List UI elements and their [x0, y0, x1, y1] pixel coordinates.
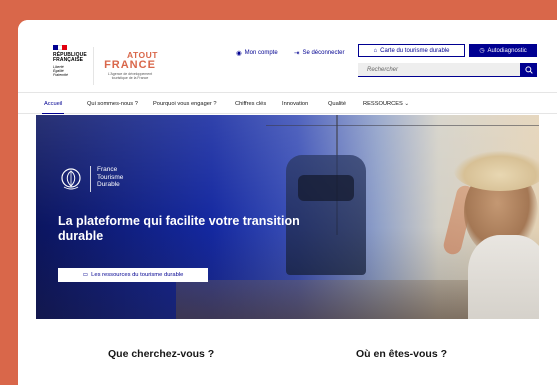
- nav-item-chiffres-cles[interactable]: Chiffres clés: [235, 93, 266, 114]
- resources-button-label: Les ressources du tourisme durable: [91, 272, 184, 278]
- sustainable-map-label: Carte du tourisme durable: [380, 47, 450, 54]
- search-input[interactable]: Rechercher: [358, 63, 520, 77]
- logout-icon: ⇥: [294, 50, 300, 57]
- republique-line2: FRANÇAISE: [53, 57, 84, 63]
- logout-link[interactable]: ⇥ Se déconnecter: [294, 49, 344, 57]
- atout-france-logo[interactable]: ATOUT FRANCE L'Agence de développement t…: [100, 51, 160, 81]
- france-tourisme-durable-logo: France Tourisme Durable: [58, 166, 123, 192]
- section-title-que-cherchez-vous: Que cherchez-vous ?: [108, 348, 215, 360]
- user-icon: ◉: [236, 50, 242, 57]
- motto-fraternite: Fraternité: [53, 73, 68, 77]
- autodiagnostic-label: Autodiagnostic: [487, 47, 527, 54]
- search-icon: [524, 66, 533, 74]
- person-shirt: [468, 235, 539, 319]
- nav-item-qualite[interactable]: Qualité: [328, 93, 346, 114]
- ftd-line-france: France: [97, 166, 118, 173]
- logout-link-label: Se déconnecter: [302, 50, 345, 56]
- hero-title: La plateforme qui facilite votre transit…: [58, 214, 300, 243]
- republique-motto: Liberté Égalité Fraternité: [53, 65, 91, 77]
- republique-francaise-logo[interactable]: RÉPUBLIQUE FRANÇAISE Liberté Égalité Fra…: [53, 45, 91, 85]
- atout-logo-subtitle: L'Agence de développement touristique de…: [107, 72, 153, 80]
- nav-item-accueil[interactable]: Accueil: [41, 93, 65, 114]
- sustainable-map-button[interactable]: ⌂ Carte du tourisme durable: [358, 44, 465, 57]
- account-link-label: Mon compte: [244, 50, 278, 56]
- search-placeholder: Rechercher: [367, 66, 399, 73]
- site-header: RÉPUBLIQUE FRANÇAISE Liberté Égalité Fra…: [18, 20, 557, 92]
- logo-divider: [93, 47, 94, 85]
- ftd-logo-divider: [90, 166, 91, 192]
- train-windshield: [298, 175, 354, 201]
- catenary-wire: [266, 125, 539, 126]
- nav-item-ressources[interactable]: RESSOURCES ⌄: [363, 93, 409, 114]
- map-icon: ⌂: [373, 47, 378, 54]
- browser-page: RÉPUBLIQUE FRANÇAISE Liberté Égalité Fra…: [18, 20, 557, 385]
- autodiagnostic-button[interactable]: ◷ Autodiagnostic: [469, 44, 537, 57]
- nav-item-innovation[interactable]: Innovation: [282, 93, 308, 114]
- nav-item-pourquoi-engager[interactable]: Pourquoi vous engager ?: [153, 93, 217, 114]
- ftd-line-tourisme: Tourisme: [97, 173, 124, 181]
- book-icon: ▭: [82, 272, 89, 278]
- french-flag-icon: [53, 45, 68, 50]
- gauge-icon: ◷: [479, 48, 485, 54]
- atout-logo-main: FRANCE: [104, 59, 156, 71]
- resources-button[interactable]: ▭ Les ressources du tourisme durable: [58, 268, 208, 282]
- leaf-globe-icon: [61, 168, 81, 190]
- ftd-line-durable: Durable: [97, 181, 120, 188]
- ftd-brand-text: France Tourisme Durable: [97, 166, 123, 189]
- nav-item-qui-sommes-nous[interactable]: Qui sommes-nous ?: [87, 93, 138, 114]
- account-link[interactable]: ◉ Mon compte: [236, 49, 278, 57]
- main-navigation: Accueil Qui sommes-nous ? Pourquoi vous …: [18, 92, 557, 114]
- straw-hat: [454, 151, 539, 191]
- section-title-ou-en-etes-vous: Où en êtes-vous ?: [356, 348, 448, 360]
- search-button[interactable]: [520, 63, 537, 77]
